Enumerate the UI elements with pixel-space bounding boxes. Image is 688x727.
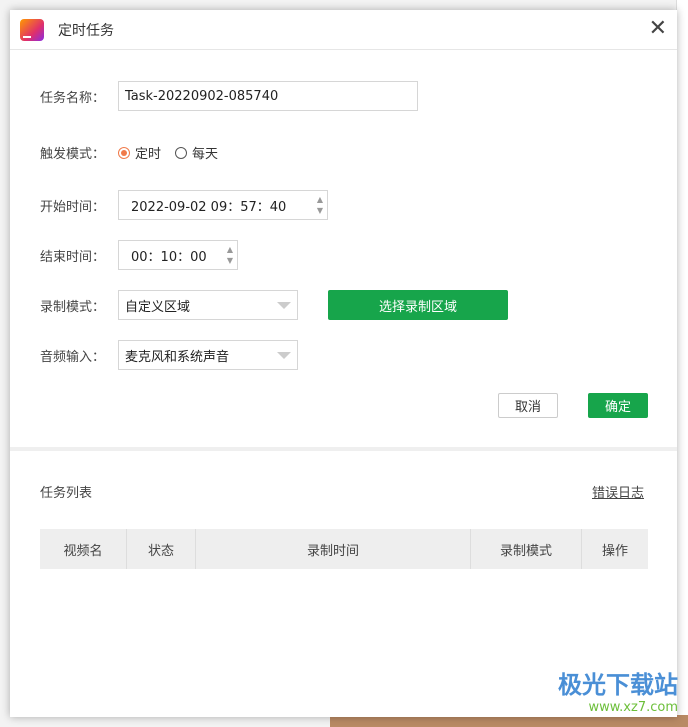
dialog-header: 定时任务 xyxy=(10,10,677,50)
error-log-link[interactable]: 错误日志 xyxy=(592,482,644,501)
audio-input-value: 麦克风和系统声音 xyxy=(125,349,230,365)
trigger-mode-label: 触发模式： xyxy=(40,147,106,162)
task-name-input[interactable]: Task-20220902-085740 xyxy=(118,81,418,111)
dropdown-arrow-icon xyxy=(277,351,291,359)
spinner[interactable]: ▲ ▼ xyxy=(227,245,233,265)
down-arrow-icon[interactable]: ▼ xyxy=(317,206,323,215)
radio-label: 定时 xyxy=(135,147,162,162)
column-header: 录制模式 xyxy=(471,529,582,569)
close-icon[interactable]: ✕ xyxy=(649,18,667,40)
audio-input-label: 音频输入： xyxy=(40,349,106,365)
column-header: 视频名 xyxy=(40,529,127,569)
task-name-label: 任务名称： xyxy=(40,90,106,106)
radio-label: 每天 xyxy=(192,147,219,162)
task-table-header: 视频名 状态 录制时间 录制模式 操作 xyxy=(40,529,648,569)
confirm-button[interactable]: 确定 xyxy=(588,393,648,418)
radio-daily[interactable]: 每天 xyxy=(175,143,218,162)
cancel-button[interactable]: 取消 xyxy=(498,393,558,418)
watermark-url: www.xz7.com xyxy=(588,700,678,715)
dialog-title: 定时任务 xyxy=(58,22,114,39)
radio-checked-icon xyxy=(118,146,130,159)
record-mode-label: 录制模式： xyxy=(40,299,106,315)
column-header: 操作 xyxy=(601,543,628,559)
radio-unchecked-icon xyxy=(175,146,188,159)
start-time-input[interactable]: 2022-09-02 09：57：40 ▲ ▼ xyxy=(118,190,328,220)
watermark-name: 极光下载站 xyxy=(558,671,678,699)
up-arrow-icon[interactable]: ▲ xyxy=(227,245,233,254)
record-mode-value: 自定义区域 xyxy=(125,299,191,315)
app-logo-icon xyxy=(20,18,44,41)
radio-timed[interactable]: 定时 xyxy=(118,143,161,162)
start-time-value: 2022-09-02 09：57：40 xyxy=(131,199,287,215)
watermark: 极光下载站 www.xz7.com xyxy=(558,665,678,715)
down-arrow-icon[interactable]: ▼ xyxy=(227,256,233,265)
divider xyxy=(10,447,677,451)
select-area-button[interactable]: 选择录制区域 xyxy=(328,290,508,320)
dropdown-arrow-icon xyxy=(277,301,291,309)
start-time-label: 开始时间： xyxy=(40,199,106,215)
column-header: 录制时间 xyxy=(196,529,471,569)
task-list-title: 任务列表 xyxy=(40,486,93,501)
scheduled-task-dialog: 定时任务 ✕ 任务名称： Task-20220902-085740 触发模式： … xyxy=(10,10,677,717)
end-time-label: 结束时间： xyxy=(40,249,106,265)
end-time-value: 00：10：00 xyxy=(131,249,207,265)
up-arrow-icon[interactable]: ▲ xyxy=(317,195,323,204)
spinner[interactable]: ▲ ▼ xyxy=(317,195,323,215)
record-mode-select[interactable]: 自定义区域 xyxy=(118,290,298,320)
end-time-input[interactable]: 00：10：00 ▲ ▼ xyxy=(118,240,238,270)
column-header: 状态 xyxy=(127,529,196,569)
audio-input-select[interactable]: 麦克风和系统声音 xyxy=(118,340,298,370)
